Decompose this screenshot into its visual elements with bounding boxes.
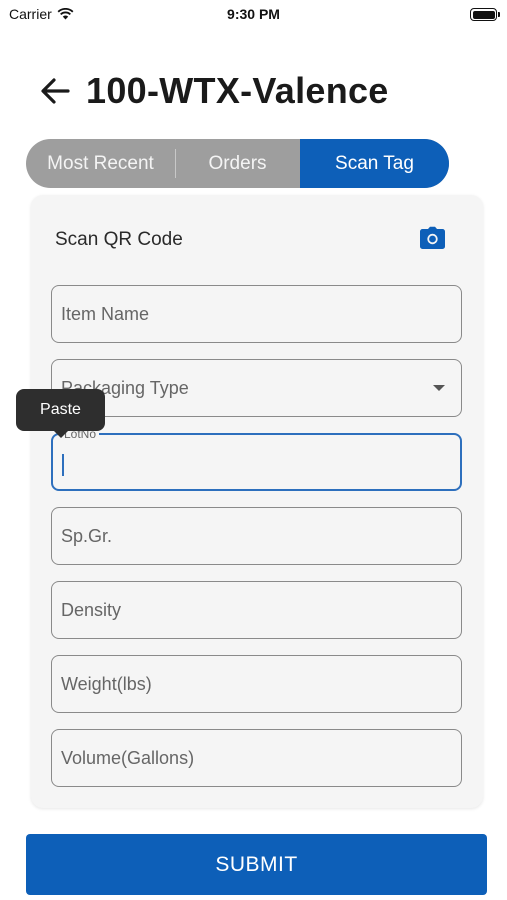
camera-icon (420, 226, 445, 249)
packaging-type-select[interactable]: Packaging Type (51, 359, 462, 417)
tab-bar: Most Recent Orders Scan Tag (26, 139, 449, 188)
weight-field[interactable]: Weight(lbs) (51, 655, 462, 713)
camera-button[interactable] (419, 226, 446, 250)
dropdown-arrow-icon (433, 385, 445, 391)
back-button[interactable] (38, 74, 72, 108)
sp-gr-field[interactable]: Sp.Gr. (51, 507, 462, 565)
weight-placeholder: Weight(lbs) (61, 674, 152, 694)
status-time: 9:30 PM (227, 6, 280, 22)
volume-field[interactable]: Volume(Gallons) (51, 729, 462, 787)
item-name-placeholder: Item Name (61, 304, 150, 324)
sp-gr-placeholder: Sp.Gr. (61, 526, 113, 546)
status-bar: Carrier 9:30 PM (0, 0, 507, 30)
paste-menu-item[interactable]: Paste (16, 389, 105, 438)
lot-no-field[interactable]: LotNo (51, 427, 462, 491)
tab-most-recent[interactable]: Most Recent (26, 139, 175, 188)
battery-icon (470, 8, 500, 21)
tab-orders[interactable]: Orders (175, 139, 300, 188)
arrow-left-icon (41, 78, 70, 104)
item-name-field[interactable]: Item Name (51, 285, 462, 343)
header: 100-WTX-Valence (38, 68, 389, 114)
density-placeholder: Density (61, 600, 122, 620)
page-title: 100-WTX-Valence (86, 70, 389, 111)
submit-button[interactable]: SUBMIT (26, 834, 487, 895)
volume-placeholder: Volume(Gallons) (61, 748, 195, 768)
density-field[interactable]: Density (51, 581, 462, 639)
text-caret (62, 454, 64, 476)
scan-tag-form-card: Scan QR Code Item Name Packaging Type Lo… (31, 195, 483, 808)
tab-scan-tag[interactable]: Scan Tag (300, 139, 449, 188)
scan-qr-label: Scan QR Code (55, 229, 183, 250)
tab-divider (175, 149, 176, 178)
